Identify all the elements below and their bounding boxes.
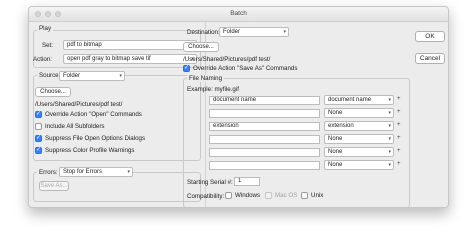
naming-select-1[interactable]: document name ▾: [324, 95, 394, 105]
ok-button[interactable]: OK: [415, 31, 445, 42]
checkmark-icon: ✓: [35, 147, 42, 154]
naming-field-3[interactable]: extension: [209, 122, 320, 131]
compat-macos-label: Mac OS: [275, 192, 298, 199]
naming-select-2-value: None: [328, 110, 343, 116]
errors-label: Errors:: [37, 169, 60, 176]
naming-field-2[interactable]: [209, 109, 320, 118]
add-row-icon[interactable]: +: [397, 148, 401, 154]
naming-example: Example: myfile.gif: [187, 86, 239, 93]
checkbox-empty-icon: [35, 123, 42, 130]
serial-label: Starting Serial #:: [187, 179, 233, 186]
action-label: Action:: [33, 56, 52, 63]
suppress-open-dialogs-label: Suppress File Open Options Dialogs: [45, 135, 146, 142]
set-select[interactable]: pdf to bitmap ▾: [63, 40, 197, 50]
source-select[interactable]: Folder ▾: [59, 71, 125, 81]
add-row-icon[interactable]: +: [397, 109, 401, 115]
cancel-button[interactable]: Cancel: [415, 53, 445, 64]
compat-windows-checkbox[interactable]: Windows: [225, 192, 260, 199]
checkmark-icon: ✓: [35, 111, 42, 118]
set-label: Set:: [42, 42, 54, 49]
override-open-label: Override Action "Open" Commands: [45, 111, 142, 118]
chevron-updown-icon: ▾: [388, 97, 391, 103]
action-select-value: open pdf gray to bitmap save tif: [67, 56, 151, 62]
naming-select-6[interactable]: None ▾: [324, 160, 394, 170]
override-open-checkbox[interactable]: ✓ Override Action "Open" Commands: [35, 111, 142, 118]
include-subfolders-checkbox[interactable]: Include All Subfolders: [35, 123, 105, 130]
checkbox-empty-icon: [301, 192, 308, 199]
compat-windows-label: Windows: [235, 192, 261, 199]
suppress-profile-warnings-label: Suppress Color Profile Warnings: [45, 147, 135, 154]
window-title: Batch: [230, 10, 247, 17]
checkbox-disabled-icon: [265, 192, 272, 199]
compat-unix-label: Unix: [311, 192, 324, 199]
set-select-value: pdf to bitmap: [67, 42, 102, 48]
naming-select-6-value: None: [328, 162, 343, 168]
destination-label: Destination:: [187, 29, 220, 36]
chevron-updown-icon: ▾: [283, 29, 286, 35]
naming-field-1[interactable]: document name: [209, 96, 320, 105]
compat-macos-checkbox: Mac OS: [265, 192, 297, 199]
naming-field-6[interactable]: [209, 161, 320, 170]
play-group-label: Play: [37, 25, 54, 32]
chevron-updown-icon: ▾: [388, 162, 391, 168]
naming-field-5[interactable]: [209, 148, 320, 157]
naming-select-2[interactable]: None ▾: [324, 108, 394, 118]
naming-select-3[interactable]: extension ▾: [324, 121, 394, 131]
compat-unix-checkbox[interactable]: Unix: [301, 192, 323, 199]
override-save-as-label: Override Action "Save As" Commands: [193, 65, 298, 72]
naming-select-4[interactable]: None ▾: [324, 134, 394, 144]
source-path: /Users/Shared/Pictures/pdf test/: [35, 101, 123, 108]
destination-choose-button[interactable]: Choose...: [183, 42, 219, 52]
destination-select-value: Folder: [223, 29, 241, 35]
suppress-open-dialogs-checkbox[interactable]: ✓ Suppress File Open Options Dialogs: [35, 135, 145, 142]
naming-select-1-value: document name: [328, 97, 372, 103]
naming-select-3-value: extension: [328, 123, 354, 129]
batch-dialog: Batch Play Set: pdf to bitmap ▾ Action: …: [28, 6, 449, 208]
errors-select-value: Stop for Errors: [63, 169, 103, 175]
chevron-updown-icon: ▾: [119, 73, 122, 79]
include-subfolders-label: Include All Subfolders: [45, 123, 105, 130]
override-save-as-checkbox[interactable]: ✓ Override Action "Save As" Commands: [183, 65, 297, 72]
compatibility-label: Compatibility:: [187, 193, 225, 200]
add-row-icon[interactable]: +: [397, 161, 401, 167]
chevron-updown-icon: ▾: [388, 110, 391, 116]
file-naming-label: File Naming: [187, 75, 225, 82]
suppress-profile-warnings-checkbox[interactable]: ✓ Suppress Color Profile Warnings: [35, 147, 135, 154]
action-select[interactable]: open pdf gray to bitmap save tif ▾: [63, 54, 197, 64]
source-select-value: Folder: [63, 73, 81, 79]
naming-select-4-value: None: [328, 136, 343, 142]
add-row-icon[interactable]: +: [397, 135, 401, 141]
naming-select-5-value: None: [328, 149, 343, 155]
destination-path: /Users/Shared/Pictures/pdf test/: [183, 56, 271, 63]
chevron-updown-icon: ▾: [127, 169, 130, 175]
checkbox-empty-icon: [225, 192, 232, 199]
chevron-updown-icon: ▾: [388, 123, 391, 129]
add-row-icon[interactable]: +: [397, 122, 401, 128]
chevron-updown-icon: ▾: [388, 136, 391, 142]
checkmark-icon: ✓: [35, 135, 42, 142]
errors-select[interactable]: Stop for Errors ▾: [59, 167, 133, 177]
title-bar: Batch: [29, 7, 448, 22]
serial-input[interactable]: 1: [234, 177, 260, 186]
checkmark-icon: ✓: [183, 65, 190, 72]
destination-select[interactable]: Folder ▾: [219, 27, 289, 37]
add-row-icon[interactable]: +: [397, 96, 401, 102]
naming-select-5[interactable]: None ▾: [324, 147, 394, 157]
chevron-updown-icon: ▾: [388, 149, 391, 155]
naming-field-4[interactable]: [209, 135, 320, 144]
source-choose-button[interactable]: Choose...: [35, 87, 71, 97]
save-as-button[interactable]: Save As...: [39, 181, 69, 191]
